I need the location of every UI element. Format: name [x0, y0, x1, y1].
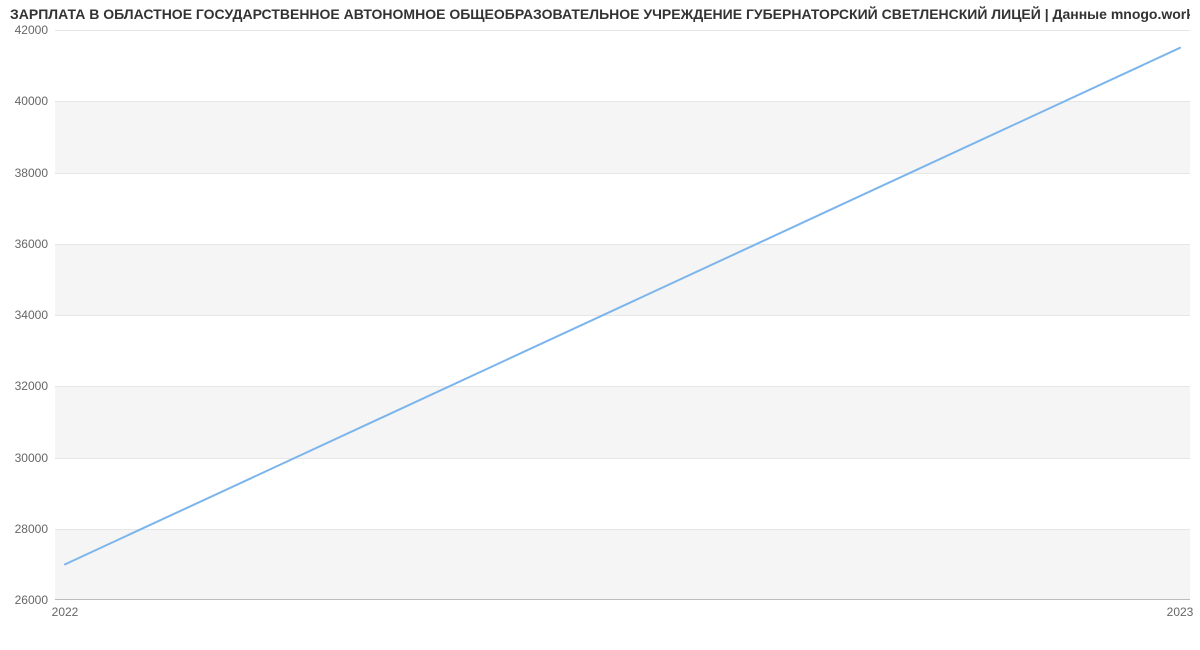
y-tick-label: 30000: [0, 451, 48, 465]
y-tick-label: 42000: [0, 23, 48, 37]
chart-container: ЗАРПЛАТА В ОБЛАСТНОЕ ГОСУДАРСТВЕННОЕ АВТ…: [0, 0, 1200, 650]
y-tick-label: 40000: [0, 94, 48, 108]
plot-area: [55, 30, 1190, 600]
y-tick-label: 34000: [0, 308, 48, 322]
y-tick-label: 32000: [0, 379, 48, 393]
y-tick-label: 36000: [0, 237, 48, 251]
y-tick-label: 26000: [0, 593, 48, 607]
y-tick-label: 38000: [0, 166, 48, 180]
y-tick-label: 28000: [0, 522, 48, 536]
chart-title: ЗАРПЛАТА В ОБЛАСТНОЕ ГОСУДАРСТВЕННОЕ АВТ…: [10, 6, 1190, 22]
x-tick-label: 2022: [52, 605, 79, 619]
x-tick-label: 2023: [1167, 605, 1194, 619]
series-path: [65, 48, 1180, 565]
line-series: [55, 30, 1190, 600]
